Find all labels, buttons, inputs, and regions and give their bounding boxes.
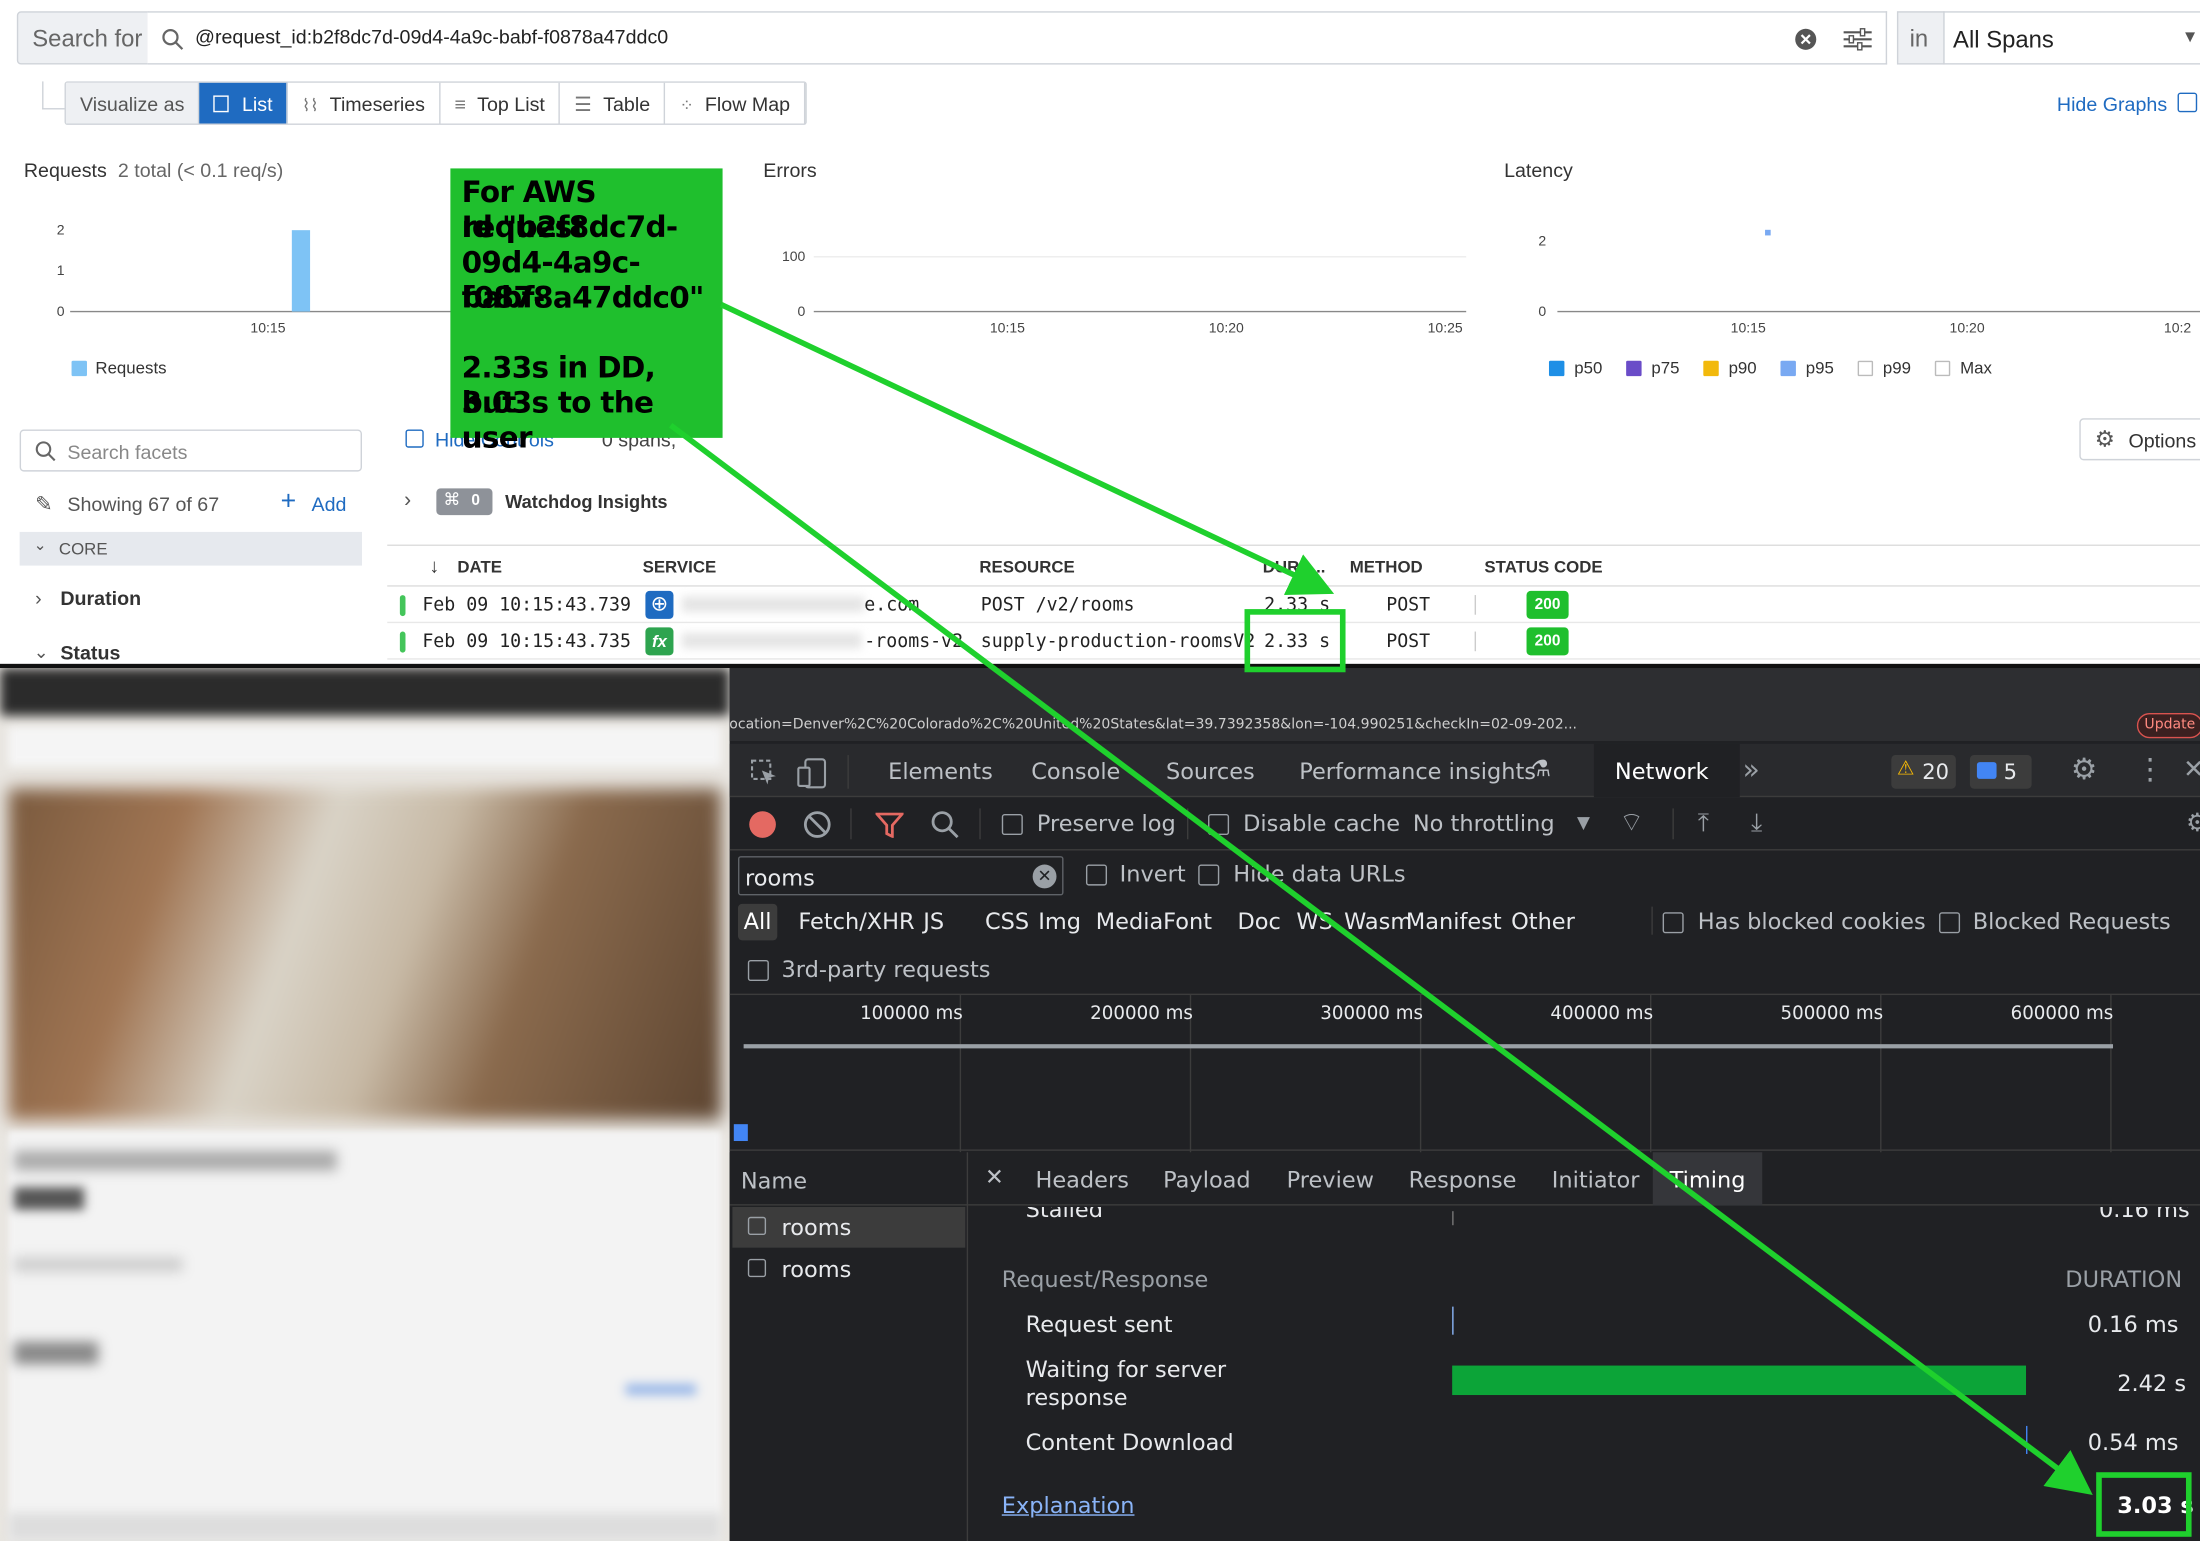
screenshot-canvas: Search for @request_id:b2f8dc7d-09d4-4a9… <box>0 0 2200 1541</box>
annotation-arrows <box>668 302 2093 1495</box>
arrow-to-user-duration <box>668 423 2093 1495</box>
arrow-to-dd-duration <box>719 302 1335 595</box>
